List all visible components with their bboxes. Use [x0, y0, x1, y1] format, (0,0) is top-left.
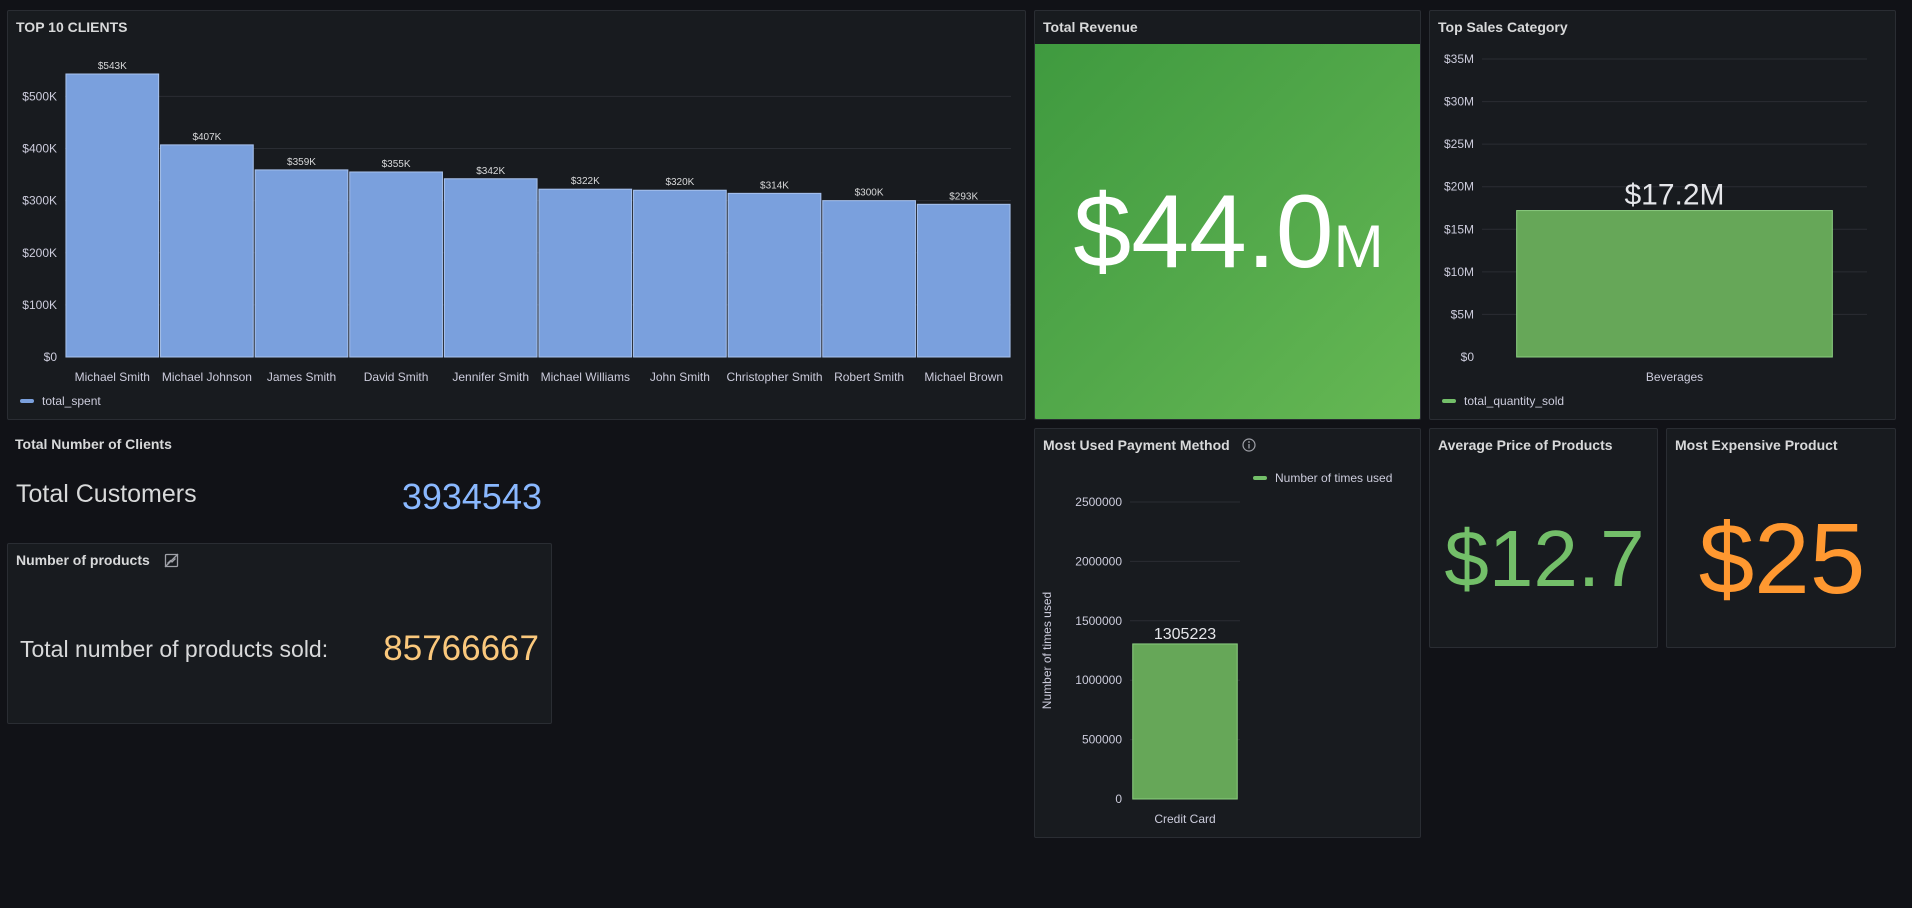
y-tick-label: $400K: [22, 142, 57, 156]
y-tick-label: $10M: [1444, 265, 1474, 279]
y-tick-label: 500000: [1082, 733, 1122, 747]
x-tick-label: Christopher Smith: [726, 370, 822, 384]
bar-value-label: $355K: [382, 159, 411, 170]
revenue-value: $44.0 M: [1035, 44, 1420, 419]
bar: [443, 178, 538, 358]
panel-title[interactable]: Average Price of Products: [1438, 437, 1613, 453]
products-sold-value: 85766667: [383, 629, 539, 668]
panel-title-text: Number of products: [16, 552, 150, 568]
y-tick-label: $0: [44, 350, 58, 364]
bar-value-label: $407K: [192, 132, 221, 143]
products-sold-label: Total number of products sold:: [20, 636, 329, 662]
legend-label: total_spent: [42, 394, 101, 408]
bar-value-label: 1305223: [1154, 626, 1216, 643]
total-revenue-panel: Total Revenue $44.0 M: [1034, 10, 1421, 420]
bar: [633, 189, 727, 358]
total-customers-label: Total Customers: [16, 480, 197, 508]
top-sales-category-chart: $0 $5M $10M $15M $20M $25M $30M $35M $17.2M Bever…: [1444, 52, 1867, 384]
bar: [1132, 643, 1238, 800]
y-tick-label: $5M: [1451, 307, 1474, 321]
y-tick-label: $25M: [1444, 137, 1474, 151]
bar-value-label: $17.2M: [1624, 179, 1724, 212]
revenue-number: $44.0: [1073, 174, 1334, 290]
legend-label: Number of times used: [1275, 471, 1393, 485]
x-tick-label: Michael Brown: [924, 370, 1003, 384]
y-tick-label: 2500000: [1075, 495, 1122, 509]
panel-title[interactable]: Total Number of Clients: [15, 436, 172, 452]
payment-method-panel: Most Used Payment Method 0 500000 1000000 1…: [1034, 428, 1421, 838]
y-tick-label: $20M: [1444, 180, 1474, 194]
y-tick-label: $15M: [1444, 222, 1474, 236]
bar-value-label: $293K: [949, 191, 978, 202]
most-expensive-panel: Most Expensive Product $25: [1666, 428, 1896, 648]
top-clients-chart: $0 $100K $200K $300K $400K $500K $543K Michael …: [22, 61, 1011, 384]
y-tick-label: 1000000: [1075, 673, 1122, 687]
x-tick-label: Credit Card: [1154, 812, 1215, 826]
y-tick-label: $0: [1461, 350, 1475, 364]
avg-price-panel: Average Price of Products $12.7: [1429, 428, 1658, 648]
top-sales-category-panel: Top Sales Category $0 $5M $10M $15M $20M $25M…: [1429, 10, 1896, 420]
y-tick-label: 0: [1115, 792, 1122, 806]
x-tick-label: David Smith: [364, 370, 429, 384]
x-tick-label: John Smith: [650, 370, 710, 384]
top-clients-panel: TOP 10 CLIENTS $0 $100K $200K $300K $400K $50…: [7, 10, 1026, 420]
legend-swatch: [1253, 476, 1267, 480]
y-tick-label: $300K: [22, 194, 57, 208]
y-tick-label: $100K: [22, 298, 57, 312]
x-tick-label: Beverages: [1646, 370, 1703, 384]
most-expensive-value: $25: [1698, 502, 1866, 615]
chart-legend[interactable]: Number of times used: [1253, 471, 1392, 485]
x-tick-label: Jennifer Smith: [452, 370, 529, 384]
y-axis-label: Number of times used: [1040, 592, 1054, 709]
y-tick-label: $200K: [22, 246, 57, 260]
legend-swatch: [20, 399, 34, 403]
bar-value-label: $543K: [98, 61, 127, 72]
panel-title[interactable]: Number of products: [16, 552, 179, 568]
x-tick-label: Robert Smith: [834, 370, 904, 384]
bar: [254, 169, 349, 358]
bar-value-label: $320K: [665, 177, 694, 188]
legend-swatch: [1442, 399, 1456, 403]
total-customers-value: 3934543: [401, 476, 542, 517]
link-off-icon[interactable]: [164, 553, 179, 568]
bar: [349, 171, 443, 358]
revenue-unit: M: [1333, 213, 1384, 280]
chart-legend[interactable]: total_spent: [20, 394, 101, 408]
x-tick-label: Michael Williams: [541, 370, 630, 384]
bar-value-label: $342K: [476, 166, 505, 177]
bar: [916, 203, 1011, 358]
y-tick-label: 1500000: [1075, 614, 1122, 628]
x-tick-label: Michael Johnson: [162, 370, 252, 384]
y-tick-label: 2000000: [1075, 554, 1122, 568]
bar: [160, 144, 254, 358]
bar-value-label: $314K: [760, 180, 789, 191]
total-clients-panel: Total Number of Clients Total Customers …: [7, 428, 552, 538]
bar: [727, 192, 822, 358]
bar: [65, 73, 160, 358]
legend-label: total_quantity_sold: [1464, 394, 1565, 408]
number-of-products-panel: Number of products Total number of produ…: [7, 543, 552, 724]
bar-value-label: $322K: [571, 176, 600, 187]
y-tick-label: $30M: [1444, 95, 1474, 109]
y-tick-label: $35M: [1444, 52, 1474, 66]
bar: [1516, 210, 1833, 358]
payment-method-chart: 0 500000 1000000 1500000 2000000 2500000 13052…: [1040, 495, 1240, 826]
avg-price-value: $12.7: [1444, 514, 1645, 603]
y-tick-label: $500K: [22, 89, 57, 103]
panel-title[interactable]: Most Expensive Product: [1675, 437, 1838, 453]
panel-title[interactable]: Total Revenue: [1043, 19, 1138, 35]
bar: [538, 188, 633, 358]
bar-value-label: $359K: [287, 157, 316, 168]
x-tick-label: Michael Smith: [75, 370, 150, 384]
chart-legend[interactable]: total_quantity_sold: [1442, 394, 1564, 408]
bar: [822, 200, 916, 358]
x-tick-label: James Smith: [267, 370, 336, 384]
bar-value-label: $300K: [855, 188, 884, 199]
